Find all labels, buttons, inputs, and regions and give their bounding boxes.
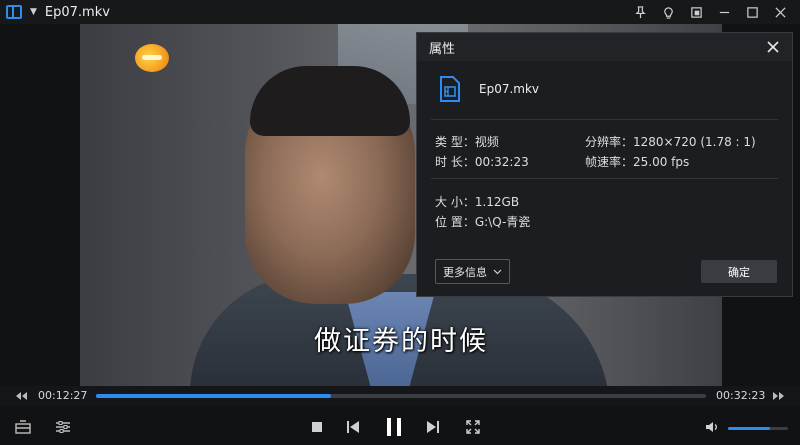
pause-button[interactable]: [383, 416, 405, 438]
prop-duration: 时 长：00:32:23: [435, 155, 529, 169]
app-logo-icon[interactable]: [6, 5, 22, 19]
pause-icon: [387, 418, 401, 436]
volume-icon: [706, 422, 717, 432]
progress-row: 00:12:27 00:32:23: [0, 386, 800, 406]
volume-fill: [728, 427, 770, 430]
fullscreen-button[interactable]: [464, 418, 482, 436]
playlist-icon: [15, 420, 31, 434]
more-info-label: 更多信息: [443, 265, 487, 279]
video-figure-hair: [250, 66, 410, 136]
previous-icon: [347, 421, 359, 433]
close-button[interactable]: [766, 0, 794, 24]
ok-button[interactable]: 确定: [701, 260, 777, 283]
control-bar: [0, 406, 800, 445]
settings-button[interactable]: [54, 418, 72, 436]
minimize-button[interactable]: [710, 0, 738, 24]
skin-button[interactable]: [654, 0, 682, 24]
dialog-divider: [431, 119, 778, 120]
volume-slider[interactable]: [728, 427, 788, 430]
ok-button-label: 确定: [728, 265, 750, 279]
current-time: 00:12:27: [38, 389, 88, 402]
more-info-dropdown[interactable]: 更多信息: [435, 259, 510, 284]
prop-resolution: 分辨率：1280×720 (1.78 : 1): [585, 135, 756, 149]
fullscreen-icon: [466, 420, 480, 434]
prop-type: 类 型：视频: [435, 135, 499, 149]
dialog-header: 属性: [417, 33, 792, 61]
maximize-icon: [746, 6, 758, 18]
prop-location: 位 置：G:\Q-青瓷: [435, 215, 531, 229]
minimize-icon: [719, 11, 729, 13]
dialog-file-name: Ep07.mkv: [479, 82, 540, 96]
next-button[interactable]: [424, 418, 442, 436]
video-file-icon: [440, 76, 460, 102]
playlist-button[interactable]: [14, 418, 32, 436]
progress-fill: [96, 394, 331, 398]
miniplayer-icon: [690, 6, 702, 18]
prop-frame-rate: 帧速率：25.00 fps: [585, 155, 690, 169]
forward-icon[interactable]: [772, 390, 786, 402]
rewind-icon[interactable]: [14, 390, 28, 402]
pin-button[interactable]: [626, 0, 654, 24]
stop-icon: [312, 422, 322, 432]
maximize-button[interactable]: [738, 0, 766, 24]
next-icon: [427, 421, 439, 433]
previous-button[interactable]: [344, 418, 362, 436]
dialog-close-icon[interactable]: [766, 40, 780, 54]
subtitle-text: 做证券的时候: [314, 326, 488, 357]
volume-button[interactable]: [703, 418, 721, 436]
file-header: Ep07.mkv: [439, 75, 539, 103]
stop-button[interactable]: [308, 418, 326, 436]
prop-size: 大 小：1.12GB: [435, 195, 520, 209]
properties-dialog: 属性 Ep07.mkv 类 型：视频 分辨率：1280×720 (1.78 : …: [416, 32, 793, 297]
menu-caret-icon[interactable]: ▼: [30, 7, 37, 17]
skin-icon: [663, 6, 673, 19]
dialog-title: 属性: [429, 41, 456, 57]
channel-logo-icon: [135, 44, 169, 72]
equalizer-icon: [56, 421, 70, 433]
title-bar: ▼ Ep07.mkv: [0, 0, 800, 24]
miniplayer-button[interactable]: [682, 0, 710, 24]
window-controls: [626, 0, 794, 24]
window-title: Ep07.mkv: [44, 4, 110, 20]
close-icon: [774, 6, 786, 18]
dialog-divider: [431, 178, 778, 179]
chevron-down-icon: [493, 269, 502, 274]
pin-icon: [634, 5, 646, 18]
progress-bar[interactable]: [96, 394, 706, 398]
total-time: 00:32:23: [716, 389, 766, 402]
